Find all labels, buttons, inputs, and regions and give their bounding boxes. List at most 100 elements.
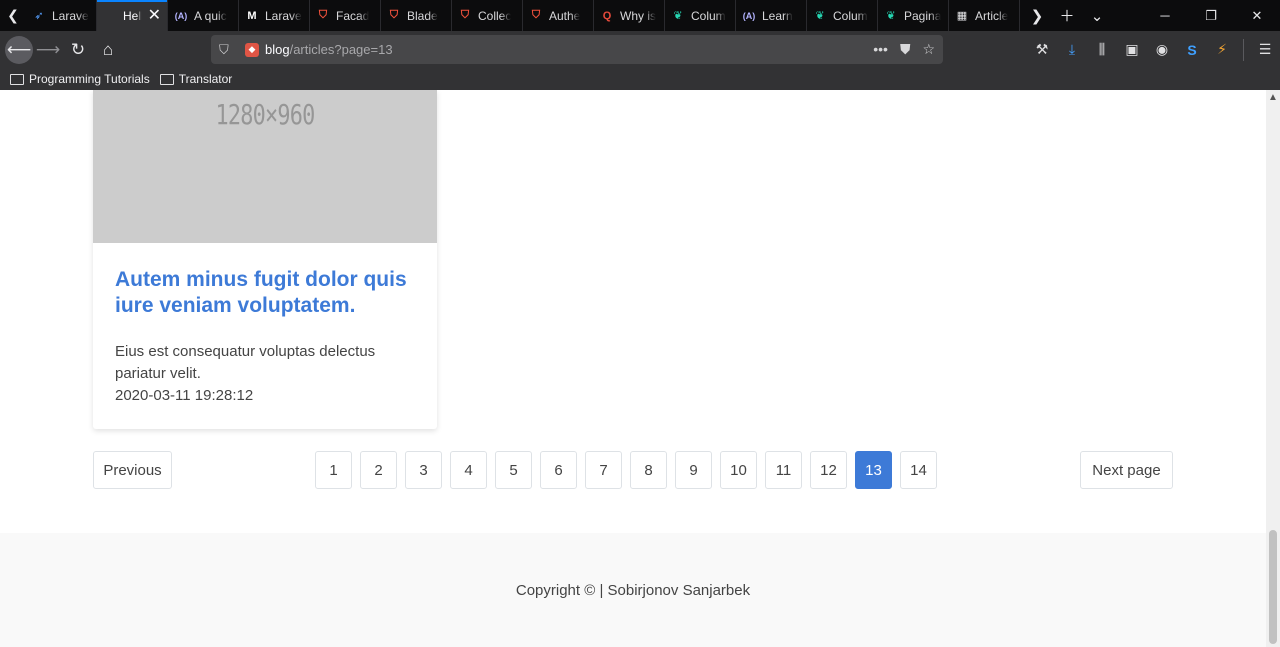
page-viewport: 1280×960 Autem minus fugit dolor quis iu…	[0, 90, 1266, 647]
url-path: /articles?page=13	[289, 42, 393, 57]
previous-page-button[interactable]: Previous	[93, 451, 172, 489]
pagination: Previous 1 2 3 4 5 6 7 8 9 10 11 12 13 14 Next page	[0, 451, 1266, 489]
tab-11[interactable]: (A) Learn	[736, 0, 807, 31]
article-excerpt: Eius est consequatur voluptas delectus p…	[115, 343, 376, 382]
bootstrap-leaf-icon: ❦	[886, 10, 896, 22]
tab-2[interactable]: Hello B ✕	[97, 0, 168, 31]
laravel-blue-icon: ➶	[34, 10, 44, 22]
downloads-icon[interactable]: ⤓	[1057, 41, 1087, 58]
list-all-tabs-icon[interactable]: ⌄	[1082, 7, 1112, 25]
forward-icon[interactable]: ⟶	[33, 35, 63, 65]
site-favicon-icon: ◆	[245, 42, 259, 57]
back-icon[interactable]: ⟵	[5, 35, 33, 64]
article-image-placeholder: 1280×960	[93, 90, 437, 243]
toolbar-right: ⚒ ⤓ ⫼ ▣ ◉ S ⚡ ☰	[1027, 31, 1280, 68]
minimize-icon[interactable]: ─	[1142, 8, 1188, 23]
page-2-button[interactable]: 2	[360, 451, 397, 489]
bookmark-star-icon[interactable]: ☆	[922, 41, 935, 58]
tab-strip: ❮ ➶LaraveHello B✕(A)A quicMLarave⛉Facad⛉…	[0, 0, 1280, 31]
tab-title: Colum	[833, 8, 868, 23]
footer: Copyright © | Sobirjonov Sanjarbek	[0, 533, 1266, 647]
scroll-up-icon[interactable]: ▲	[1266, 92, 1280, 103]
page-14-button[interactable]: 14	[900, 451, 937, 489]
tab-6[interactable]: ⛉ Blade	[381, 0, 452, 31]
url-host: blog	[265, 42, 290, 57]
article-date: 2020-03-11 19:28:12	[115, 387, 254, 404]
new-tab-icon[interactable]: ＋	[1052, 5, 1082, 26]
page-13-button[interactable]: 13	[855, 451, 892, 489]
restore-icon[interactable]: ❐	[1188, 8, 1234, 24]
medium-icon: M	[247, 9, 257, 22]
page-4-button[interactable]: 4	[450, 451, 487, 489]
page-7-button[interactable]: 7	[585, 451, 622, 489]
tab-9[interactable]: Q Why is	[594, 0, 665, 31]
sidebar-icon[interactable]: ▣	[1117, 41, 1147, 58]
close-window-icon[interactable]: ✕	[1234, 8, 1280, 24]
laravel-icon: ⛉	[460, 9, 470, 21]
account-icon[interactable]: ◉	[1147, 41, 1177, 58]
extension-s-icon[interactable]: S	[1177, 42, 1207, 58]
blank-page-icon	[103, 9, 117, 23]
tracking-shield-icon[interactable]: ⛉	[219, 42, 239, 58]
home-icon[interactable]: ⌂	[93, 35, 123, 65]
article-card: 1280×960 Autem minus fugit dolor quis iu…	[93, 90, 437, 429]
scroll-tabs-right-icon[interactable]: ❯	[1022, 7, 1052, 25]
close-tab-icon[interactable]: ✕	[148, 7, 161, 24]
bookmark-label: Programming Tutorials	[29, 72, 150, 86]
tab-10[interactable]: ❦ Colum	[665, 0, 736, 31]
page-1-button[interactable]: 1	[315, 451, 352, 489]
scroll-tabs-left-icon[interactable]: ❮	[0, 0, 26, 31]
developer-tools-icon[interactable]: ⚒	[1027, 41, 1057, 58]
page-scrollbar[interactable]: ▲	[1266, 90, 1280, 647]
tab-title: Larave	[265, 8, 302, 23]
tab-title: Collec	[478, 8, 512, 23]
tab-title: Hello B	[123, 8, 142, 23]
page-11-button[interactable]: 11	[765, 451, 802, 489]
copyright-text: Copyright © | Sobirjonov Sanjarbek	[515, 581, 751, 599]
laravel-icon: ⛉	[531, 9, 541, 21]
tab-1[interactable]: ➶ Larave	[26, 0, 97, 31]
tab-3[interactable]: (A) A quic	[168, 0, 239, 31]
bootstrap-leaf-icon: ❦	[815, 10, 825, 22]
scrollbar-thumb[interactable]	[1269, 530, 1277, 644]
tab-title: Facad	[336, 8, 370, 23]
tab-title: Pagina	[904, 8, 942, 23]
tab-4[interactable]: M Larave	[239, 0, 310, 31]
page-5-button[interactable]: 5	[495, 451, 532, 489]
tab-12[interactable]: ❦ Colum	[807, 0, 878, 31]
tab-5[interactable]: ⛉ Facad	[310, 0, 381, 31]
bookmarks-toolbar: Programming Tutorials Translator	[0, 68, 1280, 90]
page-12-button[interactable]: 12	[810, 451, 847, 489]
tab-7[interactable]: ⛉ Collec	[452, 0, 523, 31]
folder-icon	[10, 73, 24, 85]
next-page-button[interactable]: Next page	[1080, 451, 1173, 489]
tab-14[interactable]: ▦ Article	[949, 0, 1020, 31]
reload-icon[interactable]: ↻	[63, 35, 93, 65]
pocket-icon[interactable]: ⛊	[900, 41, 911, 58]
menu-hamburger-icon[interactable]: ☰	[1250, 41, 1280, 58]
tab-title: Learn	[762, 8, 793, 23]
bookmark-translator[interactable]: Translator	[159, 72, 232, 86]
page-actions-icon[interactable]: •••	[873, 41, 888, 58]
quora-icon: Q	[602, 9, 612, 22]
tab-list: ➶ Larave Hello B ✕ (A) A quic M Larave ⛉ Facad ⛉ Bl…	[26, 0, 1020, 31]
page-3-button[interactable]: 3	[405, 451, 442, 489]
angular-icon: (A)	[742, 10, 756, 21]
page-number-list: 1 2 3 4 5 6 7 8 9 10 11 12 13 14	[315, 451, 937, 489]
tab-13[interactable]: ❦ Pagina	[878, 0, 949, 31]
article-title-link[interactable]: Autem minus fugit dolor quis iure veniam…	[115, 267, 415, 319]
tab-title: Why is	[620, 8, 656, 23]
page-9-button[interactable]: 9	[675, 451, 712, 489]
folder-icon	[159, 73, 174, 85]
page-10-button[interactable]: 10	[720, 451, 757, 489]
tab-8[interactable]: ⛉ Authe	[523, 0, 594, 31]
library-icon[interactable]: ⫼	[1087, 41, 1117, 58]
page-8-button[interactable]: 8	[630, 451, 667, 489]
tab-title: Authe	[549, 8, 581, 23]
page-6-button[interactable]: 6	[540, 451, 577, 489]
extension-orange-icon[interactable]: ⚡	[1207, 41, 1237, 58]
bookmark-programming-tutorials[interactable]: Programming Tutorials	[10, 72, 150, 86]
address-bar[interactable]: ⛉ ◆ blog /articles?page=13 ••• ⛊ ☆	[211, 35, 943, 64]
laravel-icon: ⛉	[318, 9, 328, 21]
article-card-body: Autem minus fugit dolor quis iure veniam…	[93, 243, 437, 407]
